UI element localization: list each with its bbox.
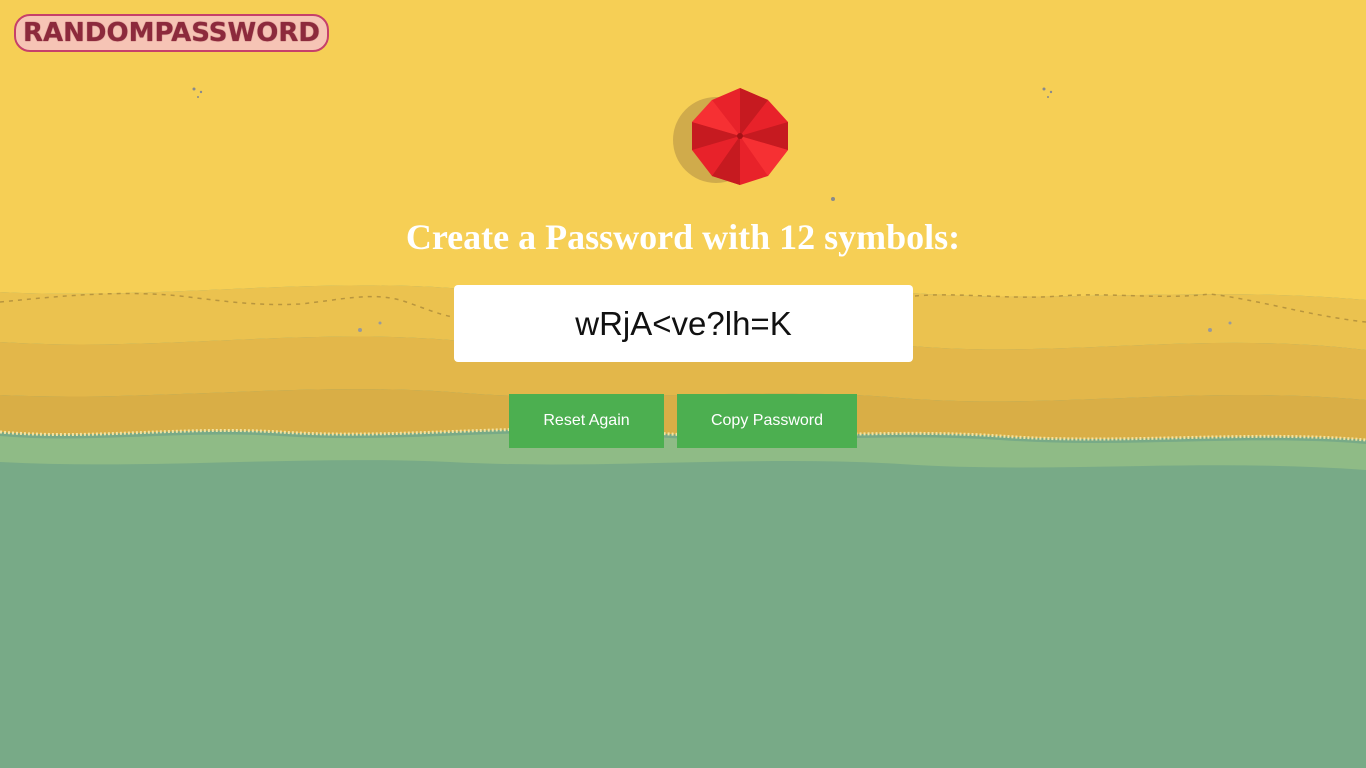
reset-again-button[interactable]: Reset Again (509, 394, 664, 448)
copy-password-button[interactable]: Copy Password (677, 394, 857, 448)
logo-text: RANDOMPASSWORD (23, 18, 320, 48)
beach-umbrella-icon (673, 88, 788, 185)
page-heading: Create a Password with 12 symbols: (405, 217, 961, 257)
password-display[interactable]: wRjA<ve?lh=K (454, 285, 913, 362)
password-value: wRjA<ve?lh=K (575, 304, 792, 342)
site-logo[interactable]: RANDOMPASSWORD (14, 14, 329, 52)
